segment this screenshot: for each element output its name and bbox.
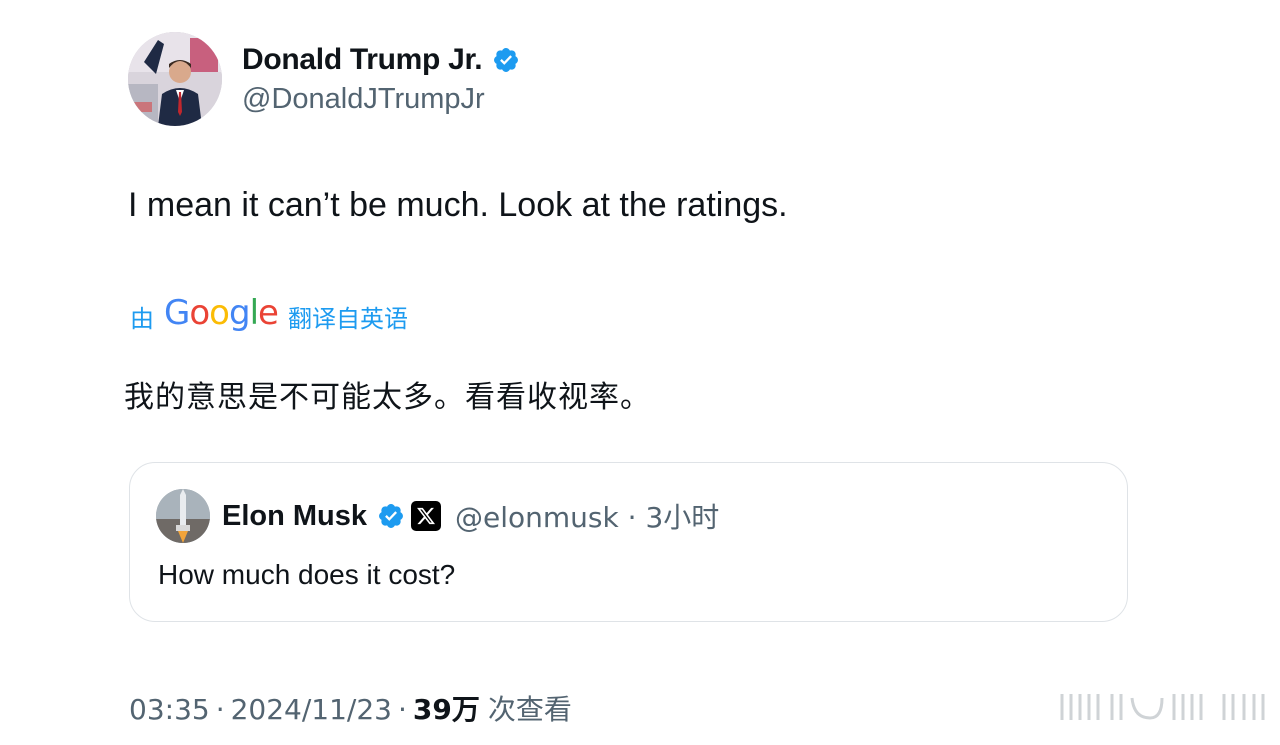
verified-badge-icon[interactable] xyxy=(492,46,520,74)
meta-separator: · xyxy=(215,693,225,726)
verified-badge-icon[interactable] xyxy=(377,502,405,530)
author-names: Donald Trump Jr. @DonaldJTrumpJr xyxy=(242,43,520,116)
quoted-tweet-meta: @elonmusk · 3小时 xyxy=(455,501,720,534)
quoted-author-avatar[interactable] xyxy=(156,489,210,543)
translation-suffix: 翻译自英语 xyxy=(287,305,408,333)
google-logo: Google xyxy=(164,293,279,333)
quoted-author-handle[interactable]: @elonmusk xyxy=(455,501,619,534)
translation-attribution[interactable]: 由 Google 翻译自英语 xyxy=(130,293,408,336)
x-logo-icon[interactable] xyxy=(411,501,442,531)
views-count: 39万 xyxy=(412,693,480,726)
tweet-text-en: I mean it can’t be much. Look at the rat… xyxy=(128,186,788,224)
tweet-time[interactable]: 03:35 xyxy=(129,693,210,726)
tweet-date[interactable]: 2024/11/23 xyxy=(231,693,392,726)
author-row: Donald Trump Jr. @DonaldJTrumpJr xyxy=(128,32,520,126)
author-handle[interactable]: @DonaldJTrumpJr xyxy=(242,83,520,116)
tweet-text-zh: 我的意思是不可能太多。看看收视率。 xyxy=(124,380,651,415)
quoted-tweet-header: Elon Musk @elonmusk · 3小时 xyxy=(156,489,719,543)
quoted-tweet-text: How much does it cost? xyxy=(158,559,456,590)
watermark-logo xyxy=(1058,690,1268,724)
meta-separator: · xyxy=(398,693,407,726)
author-avatar[interactable] xyxy=(128,32,222,126)
quoted-tweet-time[interactable]: 3小时 xyxy=(645,501,719,534)
tweet-footer-meta: 03:35 · 2024/11/23 · 39万 次查看 xyxy=(129,688,572,728)
author-display-name[interactable]: Donald Trump Jr. xyxy=(242,43,483,77)
quoted-author-name[interactable]: Elon Musk xyxy=(222,500,367,533)
author-name-line: Donald Trump Jr. xyxy=(242,43,520,77)
translation-prefix: 由 xyxy=(130,305,154,333)
tweet-card: Donald Trump Jr. @DonaldJTrumpJr I mean … xyxy=(0,0,1280,745)
quoted-tweet[interactable]: Elon Musk @elonmusk · 3小时 How much does … xyxy=(129,462,1128,622)
views-label: 次查看 xyxy=(487,693,572,726)
